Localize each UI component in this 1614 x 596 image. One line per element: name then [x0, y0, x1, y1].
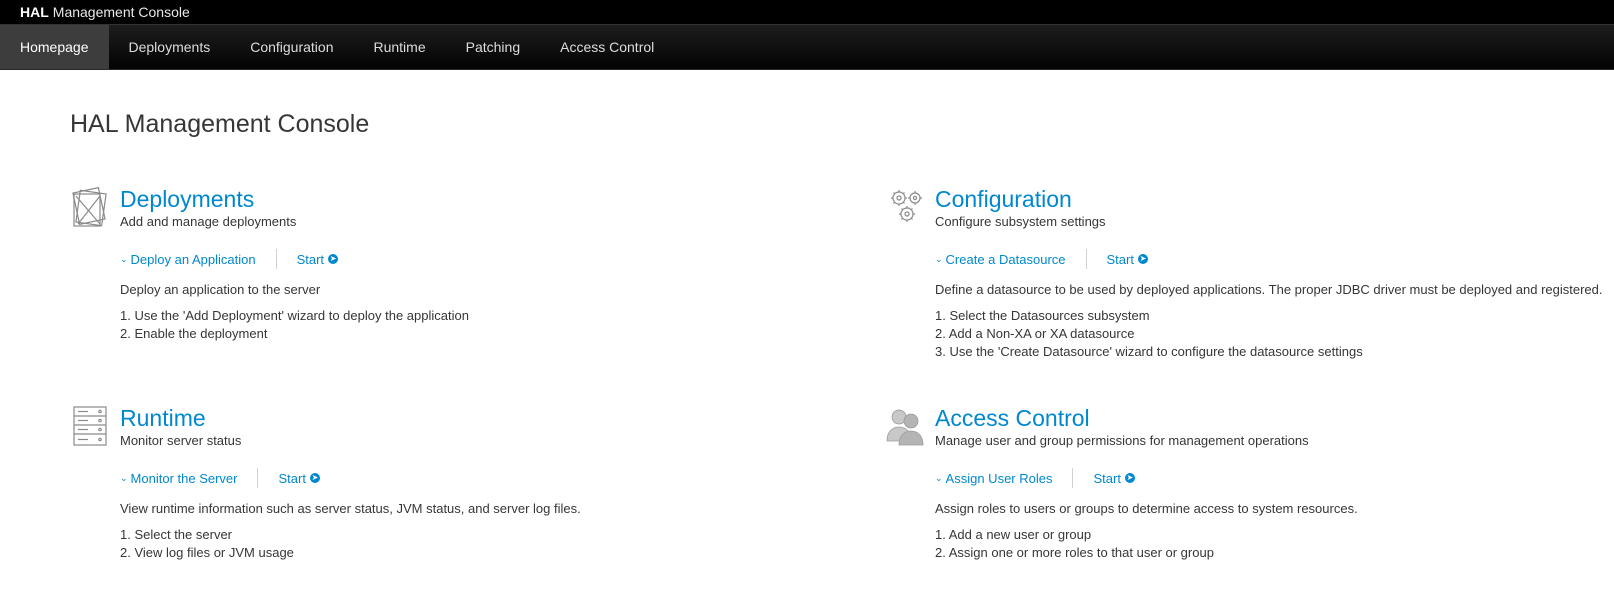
configuration-steps: 1. Select the Datasources subsystem 2. A… [935, 307, 1614, 361]
start-label: Start [278, 470, 306, 486]
divider [1085, 249, 1087, 269]
runtime-title[interactable]: Runtime [120, 405, 820, 431]
nav-configuration[interactable]: Configuration [230, 25, 353, 69]
arrow-circle-right-icon: ➤ [309, 473, 320, 483]
action-label: Deploy an Application [130, 251, 256, 267]
arrow-circle-right-icon: ➤ [1124, 473, 1135, 483]
nav-patching[interactable]: Patching [446, 25, 540, 69]
start-label: Start [1106, 251, 1134, 267]
access-control-description: Assign roles to users or groups to deter… [935, 501, 1358, 516]
arrow-circle-right-icon: ➤ [328, 254, 339, 264]
deployments-steps: 1. Use the 'Add Deployment' wizard to de… [120, 307, 820, 343]
chevron-down-icon: ⌄ [935, 472, 943, 483]
brand-strong: HAL [20, 4, 49, 20]
step-item: 1. Add a new user or group [935, 527, 1092, 542]
nav-deployments[interactable]: Deployments [109, 25, 231, 69]
monitor-server-toggle[interactable]: ⌄ Monitor the Server [120, 471, 237, 486]
divider [275, 249, 277, 269]
runtime-steps: 1. Select the server 2. View log files o… [120, 526, 820, 562]
step-item: 2. View log files or JVM usage [120, 545, 294, 560]
divider [257, 468, 259, 488]
runtime-start-link[interactable]: Start ➤ [278, 470, 320, 486]
nav-runtime[interactable]: Runtime [353, 25, 445, 69]
access-control-title[interactable]: Access Control [935, 405, 1614, 431]
arrow-circle-right-icon: ➤ [1137, 254, 1148, 264]
step-item: 1. Select the Datasources subsystem [935, 308, 1150, 323]
start-label: Start [1093, 470, 1121, 486]
start-label: Start [296, 251, 325, 267]
action-label: Monitor the Server [130, 470, 238, 486]
runtime-description: View runtime information such as server … [120, 501, 581, 516]
deploy-application-toggle[interactable]: ⌄ Deploy an Application [120, 252, 256, 267]
divider [1072, 468, 1074, 488]
assign-user-roles-toggle[interactable]: ⌄ Assign User Roles [935, 471, 1052, 486]
deployments-icon [72, 186, 107, 227]
brand-name: Management Console [52, 4, 190, 20]
server-icon [73, 406, 107, 446]
step-item: 2. Add a Non-XA or XA datasource [935, 326, 1135, 341]
page-title: HAL Management Console [70, 110, 370, 138]
access-control-subtitle: Manage user and group permissions for ma… [935, 433, 1309, 448]
step-item: 1. Select the server [120, 527, 232, 542]
users-icon [886, 409, 924, 446]
access-control-start-link[interactable]: Start ➤ [1093, 470, 1135, 486]
chevron-down-icon: ⌄ [935, 253, 943, 264]
step-item: 2. Enable the deployment [120, 326, 268, 341]
action-label: Create a Datasource [945, 251, 1066, 267]
configuration-subtitle: Configure subsystem settings [935, 214, 1106, 229]
top-bar: HAL Management Console [0, 0, 1614, 25]
action-label: Assign User Roles [945, 470, 1053, 486]
access-control-steps: 1. Add a new user or group 2. Assign one… [935, 526, 1614, 562]
deployments-start-link[interactable]: Start ➤ [296, 251, 339, 267]
create-datasource-toggle[interactable]: ⌄ Create a Datasource [935, 252, 1066, 267]
configuration-start-link[interactable]: Start ➤ [1107, 252, 1148, 267]
step-item: 2. Assign one or more roles to that user… [935, 545, 1214, 560]
nav-access-control[interactable]: Access Control [540, 25, 674, 69]
configuration-title[interactable]: Configuration [935, 186, 1614, 212]
step-item: 1. Use the 'Add Deployment' wizard to de… [120, 308, 469, 323]
chevron-down-icon: ⌄ [120, 472, 128, 483]
deployments-subtitle: Add and manage deployments [120, 214, 297, 229]
configuration-description: Define a datasource to be used by deploy… [935, 282, 1603, 297]
runtime-subtitle: Monitor server status [120, 433, 242, 448]
chevron-down-icon: ⌄ [120, 253, 128, 264]
step-item: 3. Use the 'Create Datasource' wizard to… [935, 344, 1363, 359]
main-nav: Homepage Deployments Configuration Runti… [0, 25, 1614, 70]
deployments-title[interactable]: Deployments [120, 186, 820, 212]
nav-homepage[interactable]: Homepage [0, 25, 109, 69]
gears-icon [891, 190, 922, 222]
deployments-description: Deploy an application to the server [120, 282, 321, 297]
